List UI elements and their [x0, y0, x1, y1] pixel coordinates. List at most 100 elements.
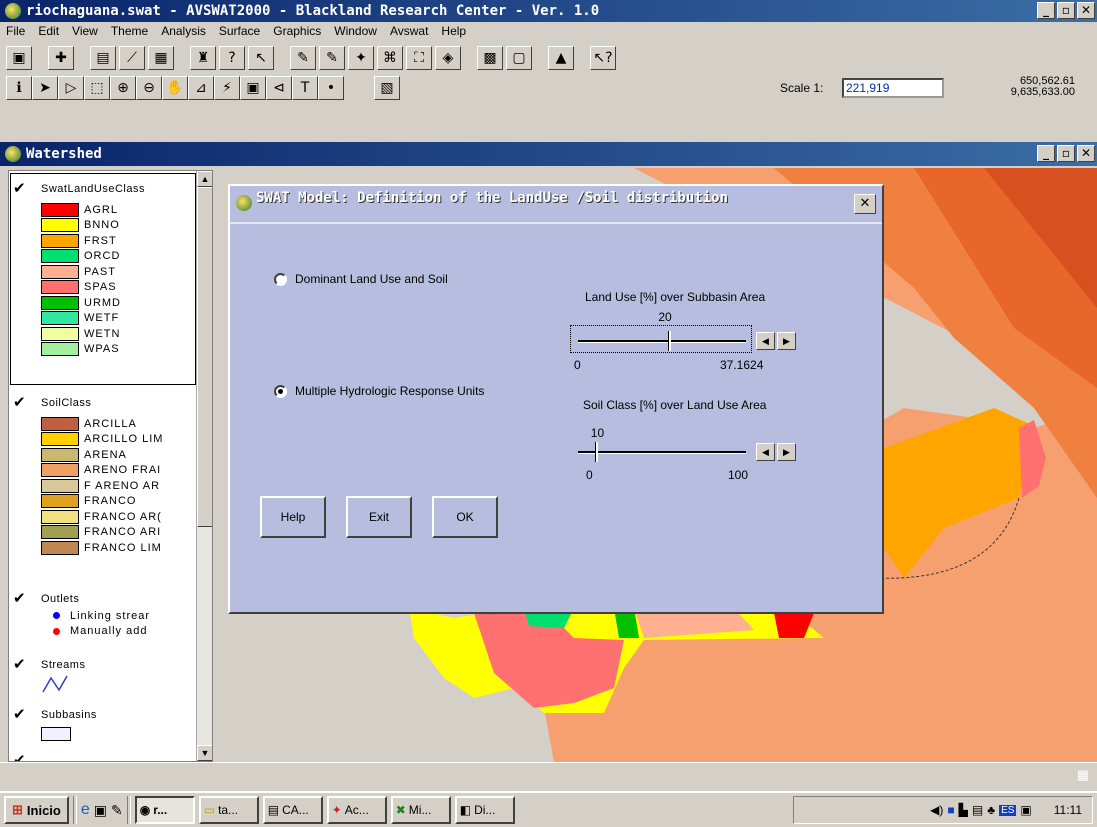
hotlink-icon[interactable]: ⚡ — [214, 76, 240, 100]
toc-scrollbar[interactable]: ▲ ▼ — [196, 171, 212, 761]
menu-analysis[interactable]: Analysis — [161, 24, 206, 40]
dominant-radio[interactable] — [274, 272, 287, 286]
select-all-icon[interactable]: ▩ — [477, 46, 503, 70]
channels-quicklaunch-icon[interactable]: ✎ — [111, 802, 123, 819]
scale-input[interactable] — [842, 78, 944, 98]
landuse-decrease-icon[interactable]: ◀ — [756, 332, 775, 350]
swat-edit-icon[interactable]: ✎ — [290, 46, 316, 70]
outlets-theme-title[interactable]: Outlets — [41, 593, 79, 605]
zoom-out-icon[interactable]: ⊖ — [136, 76, 162, 100]
open-table-icon[interactable]: ▦ — [148, 46, 174, 70]
dominant-option[interactable]: Dominant Land Use and Soil — [274, 272, 448, 286]
scroll-down-icon[interactable]: ▼ — [197, 745, 212, 761]
streams-visible-checkbox[interactable]: ✔ — [13, 655, 26, 673]
menu-theme[interactable]: Theme — [111, 24, 148, 40]
find-icon[interactable]: ♜ — [190, 46, 216, 70]
task-ca[interactable]: ▤ CA... — [262, 796, 323, 824]
task-excel[interactable]: ✖ Mi... — [390, 796, 451, 824]
locate-icon[interactable]: ↖ — [248, 46, 274, 70]
task-folder[interactable]: ▭ ta... — [198, 796, 259, 824]
label-icon[interactable]: ⊲ — [266, 76, 292, 100]
task-acrobat[interactable]: ✦ Ac... — [326, 796, 387, 824]
help-pointer-icon[interactable]: ↖? — [590, 46, 616, 70]
menu-window[interactable]: Window — [334, 24, 377, 40]
menu-avswat[interactable]: Avswat — [390, 24, 428, 40]
select-feature-icon[interactable]: ⬚ — [84, 76, 110, 100]
soil-slider-track[interactable] — [578, 451, 746, 454]
monitor-icon[interactable]: ■ — [947, 803, 954, 817]
subbasins-theme-title[interactable]: Subbasins — [41, 709, 97, 721]
menu-view[interactable]: View — [72, 24, 98, 40]
view-maximize-button[interactable]: ▫ — [1057, 145, 1075, 162]
text-icon[interactable]: T — [292, 76, 318, 100]
zoom-full-icon[interactable]: ✦ — [348, 46, 374, 70]
network-icon[interactable]: ▙ — [959, 803, 968, 817]
landuse-slider[interactable] — [570, 325, 752, 353]
zoom-in-icon[interactable]: ⊕ — [110, 76, 136, 100]
legend-label: WETN — [84, 327, 121, 340]
users-icon[interactable]: ♣ — [987, 803, 995, 817]
soil-spinner[interactable]: ◀ ▶ — [756, 443, 796, 461]
measure-icon[interactable]: ⊿ — [188, 76, 214, 100]
browser-quicklaunch-icon[interactable]: e — [81, 801, 90, 819]
theme-properties-icon[interactable]: ▤ — [90, 46, 116, 70]
multiple-radio[interactable] — [274, 384, 287, 398]
landuse-visible-checkbox[interactable]: ✔ — [13, 179, 26, 197]
tray-app-icon[interactable]: ▣ — [1020, 803, 1031, 817]
close-button[interactable]: ✕ — [1077, 2, 1095, 19]
scroll-up-icon[interactable]: ▲ — [197, 171, 212, 187]
view-close-button[interactable]: ✕ — [1077, 145, 1095, 162]
printer-icon[interactable]: ▤ — [972, 803, 983, 817]
clear-selection-icon[interactable]: ▢ — [506, 46, 532, 70]
dialog-close-button[interactable]: ✕ — [854, 194, 876, 214]
soil-theme-title[interactable]: SoilClass — [41, 397, 91, 409]
landuse-theme-title[interactable]: SwatLandUseClass — [41, 183, 145, 195]
streams-theme-title[interactable]: Streams — [41, 659, 85, 671]
desktop-quicklaunch-icon[interactable]: ▣ — [94, 802, 107, 819]
soil-visible-checkbox[interactable]: ✔ — [13, 393, 26, 411]
volume-icon[interactable]: ◀) — [930, 803, 943, 817]
identify-icon[interactable]: ℹ — [6, 76, 32, 100]
menu-help[interactable]: Help — [441, 24, 466, 40]
vertex-edit-icon[interactable]: ▷ — [58, 76, 84, 100]
add-theme-icon[interactable]: ✚ — [48, 46, 74, 70]
start-button[interactable]: ⊞ Inicio — [4, 796, 69, 824]
watershed-visible-checkbox[interactable]: ✔ — [13, 751, 26, 761]
pan-icon[interactable]: ✋ — [162, 76, 188, 100]
soil-decrease-icon[interactable]: ◀ — [756, 443, 775, 461]
soil-increase-icon[interactable]: ▶ — [777, 443, 796, 461]
help-button[interactable]: Help — [260, 496, 326, 538]
task-di[interactable]: ◧ Di... — [454, 796, 515, 824]
maximize-button[interactable]: ▫ — [1057, 2, 1075, 19]
menu-graphics[interactable]: Graphics — [273, 24, 321, 40]
zoom-extent-icon[interactable]: ⌘ — [377, 46, 403, 70]
draw-point-icon[interactable]: • — [318, 76, 344, 100]
menu-edit[interactable]: Edit — [38, 24, 59, 40]
save-icon[interactable]: ▣ — [6, 46, 32, 70]
task-avswat[interactable]: ◉ r... — [134, 796, 195, 824]
pointer-icon[interactable]: ➤ — [32, 76, 58, 100]
soil-slider-thumb[interactable] — [594, 442, 598, 462]
multiple-option[interactable]: Multiple Hydrologic Response Units — [274, 384, 484, 398]
layout-icon[interactable]: ▲ — [548, 46, 574, 70]
language-indicator[interactable]: ES — [999, 804, 1017, 816]
ok-button[interactable]: OK — [432, 496, 498, 538]
zoom-selected-icon[interactable]: ⛶ — [406, 46, 432, 70]
scroll-thumb[interactable] — [197, 187, 212, 527]
exit-button[interactable]: Exit — [346, 496, 412, 538]
landuse-spinner[interactable]: ◀ ▶ — [756, 332, 796, 350]
minimize-button[interactable]: _ — [1037, 2, 1055, 19]
menu-file[interactable]: File — [6, 24, 25, 40]
swat-tool-icon[interactable]: ▧ — [374, 76, 400, 100]
query-icon[interactable]: ? — [219, 46, 245, 70]
landuse-slider-thumb[interactable] — [668, 331, 672, 351]
swat-edit2-icon[interactable]: ✎ — [319, 46, 345, 70]
view-minimize-button[interactable]: _ — [1037, 145, 1055, 162]
menu-surface[interactable]: Surface — [219, 24, 260, 40]
subbasins-visible-checkbox[interactable]: ✔ — [13, 705, 26, 723]
outlets-visible-checkbox[interactable]: ✔ — [13, 589, 26, 607]
landuse-increase-icon[interactable]: ▶ — [777, 332, 796, 350]
area-of-interest-icon[interactable]: ▣ — [240, 76, 266, 100]
zoom-previous-icon[interactable]: ◈ — [435, 46, 461, 70]
edit-legend-icon[interactable]: ⟋ — [119, 46, 145, 70]
